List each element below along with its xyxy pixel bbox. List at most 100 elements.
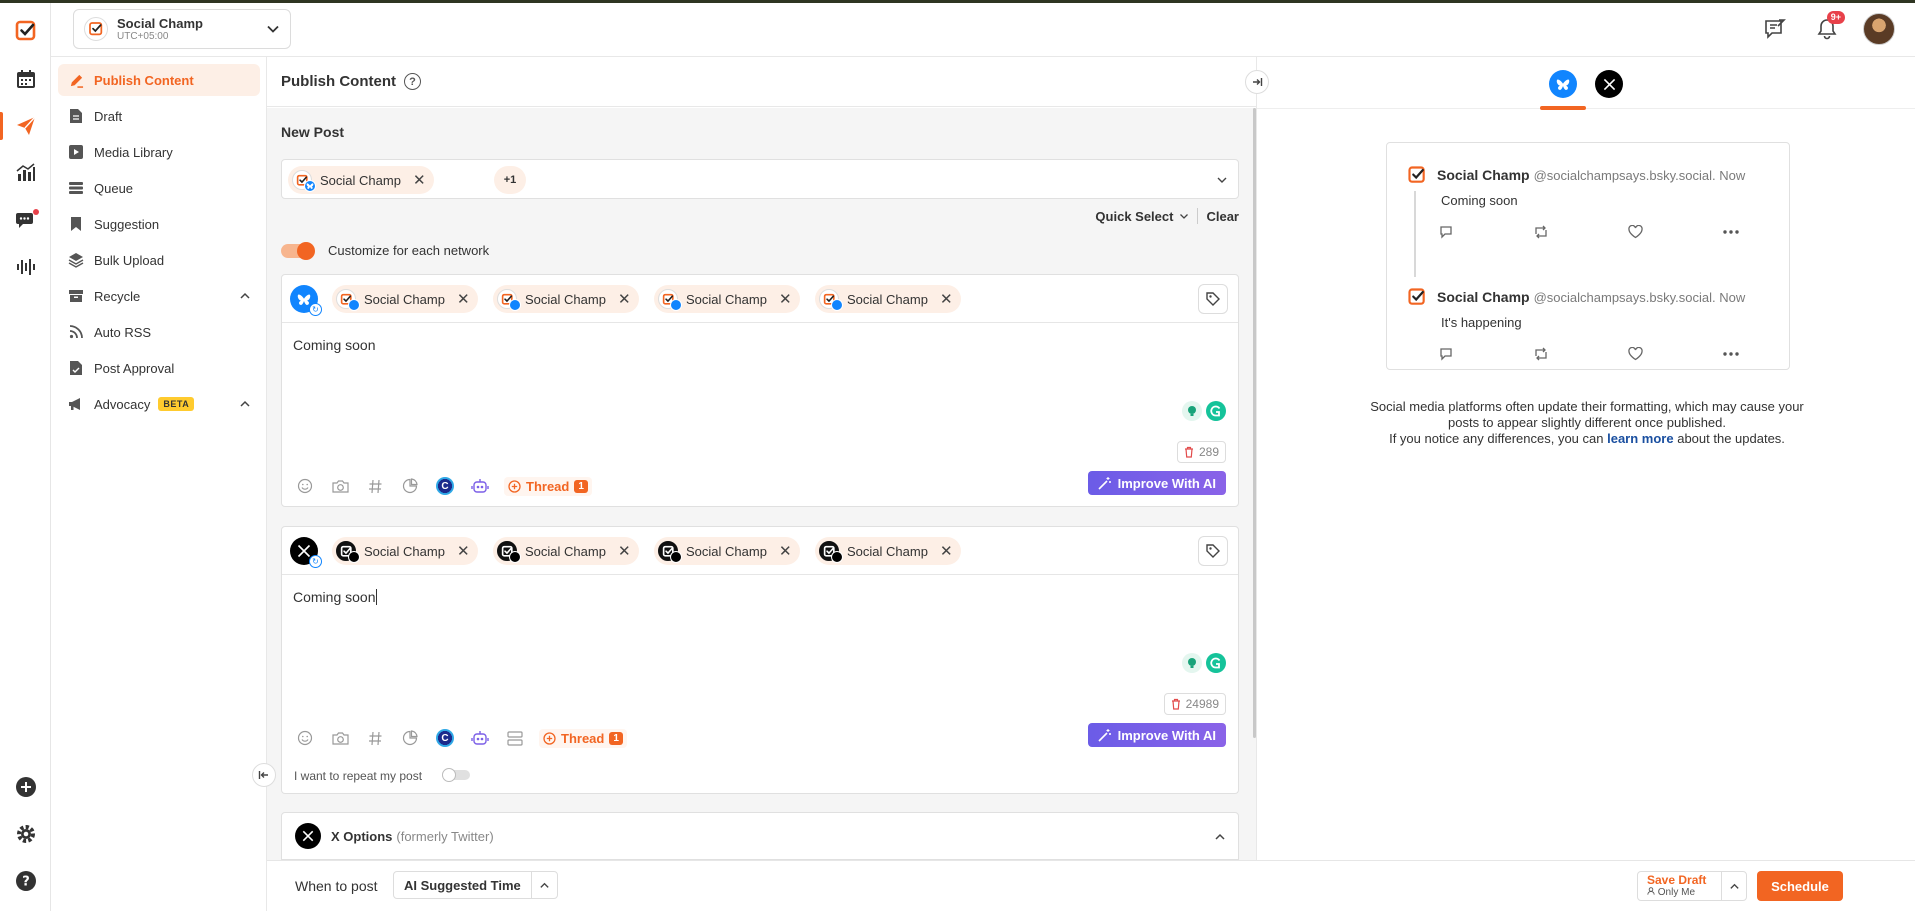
- feedback-button[interactable]: [1759, 13, 1791, 45]
- collapse-sidebar-button[interactable]: [252, 763, 276, 787]
- analytics-button[interactable]: [399, 475, 421, 497]
- help-nav[interactable]: ?: [0, 861, 51, 901]
- chip-label: Social Champ: [686, 291, 767, 307]
- sidebar-item-publish-content[interactable]: Publish Content: [58, 64, 260, 96]
- learn-more-link[interactable]: learn more: [1607, 431, 1673, 446]
- collapse-preview-button[interactable]: [1245, 70, 1269, 94]
- ai-bot-button[interactable]: [469, 475, 491, 497]
- sidebar-item-bulk-upload[interactable]: Bulk Upload: [58, 244, 260, 276]
- sidebar-item-recycle[interactable]: Recycle: [58, 280, 260, 312]
- grammarly-icon[interactable]: [1206, 653, 1226, 673]
- x-options-section[interactable]: X Options (formerly Twitter): [281, 812, 1239, 860]
- tag-button[interactable]: [1198, 284, 1228, 314]
- repeat-post-toggle[interactable]: [442, 768, 470, 782]
- ai-assist-icon[interactable]: [1182, 653, 1202, 673]
- account-chip[interactable]: Social Champ ✕: [815, 285, 961, 313]
- account-chip[interactable]: Social Champ ✕: [654, 537, 800, 565]
- trash-icon[interactable]: [1184, 446, 1194, 458]
- poll-button[interactable]: [504, 727, 526, 749]
- improve-label: Improve With AI: [1117, 475, 1216, 491]
- help-icon[interactable]: ?: [404, 73, 421, 90]
- add-nav[interactable]: [0, 767, 51, 807]
- remove-chip-button[interactable]: ✕: [457, 544, 470, 559]
- sidebar-item-auto-rss[interactable]: Auto RSS: [58, 316, 260, 348]
- preview-text: It's happening: [1441, 315, 1522, 330]
- remove-chip-button[interactable]: ✕: [940, 544, 953, 559]
- account-chip[interactable]: Social Champ ✕: [654, 285, 800, 313]
- tab-x-preview[interactable]: [1586, 65, 1632, 109]
- sidebar-item-queue[interactable]: Queue: [58, 172, 260, 204]
- save-draft-options[interactable]: [1722, 881, 1746, 892]
- save-draft-main[interactable]: Save Draft Only Me: [1638, 872, 1722, 900]
- calendar-nav[interactable]: [0, 59, 51, 99]
- improve-with-ai-button[interactable]: Improve With AI: [1087, 723, 1226, 747]
- social-champ-logo-icon: [1408, 288, 1425, 305]
- user-avatar[interactable]: [1863, 13, 1895, 45]
- user-icon: [1647, 887, 1655, 895]
- tag-button[interactable]: [1198, 536, 1228, 566]
- sidebar-item-suggestion[interactable]: Suggestion: [58, 208, 260, 240]
- ai-bot-button[interactable]: [469, 727, 491, 749]
- hashtag-button[interactable]: [364, 475, 386, 497]
- ai-assist-icon[interactable]: [1182, 401, 1202, 421]
- sidebar-item-advocacy[interactable]: Advocacy BETA: [58, 388, 260, 420]
- account-selector[interactable]: Social Champ UTC+05:00: [73, 9, 291, 49]
- account-chip[interactable]: Social Champ ✕: [493, 285, 639, 313]
- account-chip[interactable]: Social Champ ✕: [493, 537, 639, 565]
- grammarly-icon[interactable]: [1206, 401, 1226, 421]
- remove-chip-button[interactable]: ✕: [618, 544, 631, 559]
- remove-chip-button[interactable]: ✕: [779, 544, 792, 559]
- save-draft-label: Save Draft: [1647, 873, 1707, 887]
- bluesky-network-icon[interactable]: ↻: [290, 285, 322, 316]
- clear-button[interactable]: Clear: [1206, 209, 1239, 224]
- trash-icon[interactable]: [1171, 698, 1181, 710]
- improve-with-ai-button[interactable]: Improve With AI: [1087, 471, 1226, 495]
- selected-account-chip[interactable]: Social Champ ✕: [288, 166, 434, 194]
- thread-button[interactable]: Thread 1: [539, 728, 627, 748]
- canva-button[interactable]: C: [434, 475, 456, 497]
- sidebar-item-post-approval[interactable]: Post Approval: [58, 352, 260, 384]
- media-button[interactable]: [329, 727, 351, 749]
- post-text-input[interactable]: Coming soon: [293, 337, 376, 353]
- account-chip[interactable]: Social Champ ✕: [815, 537, 961, 565]
- quick-select-dropdown[interactable]: Quick Select: [1095, 209, 1189, 224]
- thread-count: 1: [609, 731, 623, 745]
- analytics-nav[interactable]: [0, 153, 51, 193]
- remove-chip-button[interactable]: ✕: [413, 173, 426, 188]
- publish-nav[interactable]: [0, 106, 51, 146]
- chip-label: Social Champ: [525, 543, 606, 559]
- listening-nav[interactable]: [0, 247, 51, 287]
- emoji-button[interactable]: [294, 727, 316, 749]
- account-chip[interactable]: Social Champ ✕: [332, 537, 478, 565]
- remove-chip-button[interactable]: ✕: [779, 292, 792, 307]
- canva-button[interactable]: C: [434, 727, 456, 749]
- sidebar-item-draft[interactable]: Draft: [58, 100, 260, 132]
- media-button[interactable]: [329, 475, 351, 497]
- chevron-up-icon: [540, 882, 549, 888]
- customize-network-toggle[interactable]: [281, 242, 315, 260]
- app-logo[interactable]: [0, 11, 51, 51]
- remove-chip-button[interactable]: ✕: [940, 292, 953, 307]
- inbox-nav[interactable]: [0, 200, 51, 240]
- when-to-post-select[interactable]: AI Suggested Time: [393, 871, 558, 899]
- more-accounts-count[interactable]: +1: [494, 166, 526, 194]
- thread-button[interactable]: Thread 1: [504, 476, 592, 496]
- sidebar-item-media-library[interactable]: Media Library: [58, 136, 260, 168]
- emoji-button[interactable]: [294, 475, 316, 497]
- analytics-button[interactable]: [399, 727, 421, 749]
- social-champ-logo-icon: [1408, 166, 1425, 183]
- beta-badge: BETA: [158, 397, 195, 411]
- x-network-icon[interactable]: ↻: [290, 537, 322, 568]
- account-chip[interactable]: Social Champ ✕: [332, 285, 478, 313]
- notifications-button[interactable]: 9+: [1811, 11, 1845, 45]
- account-picker[interactable]: Social Champ ✕ +1: [281, 159, 1239, 199]
- schedule-button[interactable]: Schedule: [1757, 871, 1843, 901]
- remove-chip-button[interactable]: ✕: [457, 292, 470, 307]
- save-draft-button[interactable]: Save Draft Only Me: [1637, 871, 1747, 901]
- settings-nav[interactable]: [0, 814, 51, 854]
- post-text-input[interactable]: Coming soon: [293, 589, 377, 605]
- remove-chip-button[interactable]: ✕: [618, 292, 631, 307]
- tab-bluesky-preview[interactable]: [1540, 65, 1586, 110]
- when-to-post-toggle[interactable]: [530, 872, 557, 898]
- hashtag-button[interactable]: [364, 727, 386, 749]
